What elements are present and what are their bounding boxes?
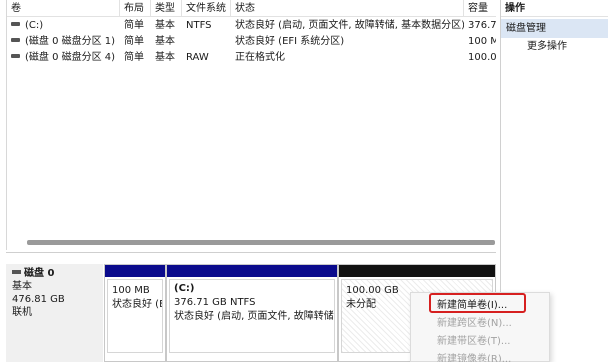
volume-name: (磁盘 0 磁盘分区 1)	[25, 36, 116, 47]
volume-type: 基本	[155, 20, 175, 31]
volume-layout: 简单	[124, 52, 144, 63]
volume-type: 基本	[155, 52, 175, 63]
column-header-type[interactable]: 类型	[151, 0, 182, 17]
partition-c[interactable]: (C:) 376.71 GB NTFS 状态良好 (启动, 页面文件, 故障转储…	[166, 264, 338, 362]
volume-status: 状态良好 (启动, 页面文件, 故障转储, 基本数据分区)	[235, 20, 464, 31]
disk-type: 基本	[12, 281, 32, 292]
volume-name: (磁盘 0 磁盘分区 4)	[25, 52, 116, 63]
partition-size: 100 MB	[112, 285, 150, 296]
partition-efi[interactable]: 100 MB 状态良好 (E	[104, 264, 166, 362]
disk-info-panel[interactable]: 磁盘 0 基本 476.81 GB 联机	[6, 264, 103, 362]
partition-status: 状态良好 (E	[112, 299, 163, 310]
disk-name: 磁盘 0	[24, 268, 55, 279]
volume-name: (C:)	[25, 20, 44, 31]
disk-size: 476.81 GB	[12, 294, 65, 305]
partition-bar	[339, 265, 495, 277]
table-row[interactable]: (磁盘 0 磁盘分区 1) 简单 基本 状态良好 (EFI 系统分区) 100 …	[7, 34, 496, 49]
volume-icon	[11, 38, 20, 42]
volume-capacity: 376.71	[468, 20, 496, 31]
volume-status: 正在格式化	[235, 52, 285, 63]
menu-item-new-mirrored-volume: 新建镜像卷(R)...	[437, 354, 512, 362]
volume-filesystem: RAW	[186, 52, 209, 63]
partition-bar	[105, 265, 165, 277]
context-menu: 新建简单卷(I)... 新建跨区卷(N)... 新建带区卷(T)... 新建镜像…	[410, 292, 550, 362]
column-header-capacity[interactable]: 容量	[464, 0, 496, 17]
column-header-status[interactable]: 状态	[231, 0, 464, 17]
menu-item-new-simple-volume[interactable]: 新建简单卷(I)...	[411, 297, 551, 315]
partition-bar	[167, 265, 337, 277]
volume-status: 状态良好 (EFI 系统分区)	[235, 36, 345, 47]
table-row[interactable]: (C:) 简单 基本 NTFS 状态良好 (启动, 页面文件, 故障转储, 基本…	[7, 18, 496, 33]
actions-title: 操作	[501, 0, 608, 17]
column-header-volume[interactable]: 卷	[7, 0, 120, 17]
partition-size: 376.71 GB NTFS	[174, 297, 256, 308]
volume-capacity: 100 MB	[468, 36, 496, 47]
partition-status: 状态良好 (启动, 页面文件, 故障转储,	[174, 311, 335, 322]
horizontal-scrollbar[interactable]	[27, 240, 495, 245]
volume-filesystem	[182, 34, 231, 49]
volume-icon	[11, 22, 20, 26]
disk-state: 联机	[12, 307, 32, 318]
table-row[interactable]: (磁盘 0 磁盘分区 4) 简单 基本 RAW 正在格式化 100.00	[7, 50, 496, 65]
menu-item-new-striped-volume: 新建带区卷(T)...	[437, 336, 511, 347]
partition-label: (C:)	[174, 283, 195, 294]
column-header-layout[interactable]: 布局	[120, 0, 151, 17]
volume-icon	[11, 54, 20, 58]
volume-layout: 简单	[124, 20, 144, 31]
disk-icon	[12, 270, 21, 274]
volume-layout: 简单	[124, 36, 144, 47]
volume-capacity: 100.00	[468, 52, 496, 63]
column-header-filesystem[interactable]: 文件系统	[182, 0, 231, 17]
volume-list-header: 卷 布局 类型 文件系统 状态 容量	[7, 0, 496, 17]
volume-type: 基本	[155, 36, 175, 47]
volume-filesystem: NTFS	[186, 20, 212, 31]
action-more-actions[interactable]: 更多操作	[501, 38, 608, 56]
menu-item-new-spanned-volume: 新建跨区卷(N)...	[437, 318, 512, 329]
volume-list: 卷 布局 类型 文件系统 状态 容量 (C:) 简单 基本 NTFS 状态良好 …	[6, 0, 496, 250]
action-disk-management[interactable]: 磁盘管理	[501, 19, 608, 38]
